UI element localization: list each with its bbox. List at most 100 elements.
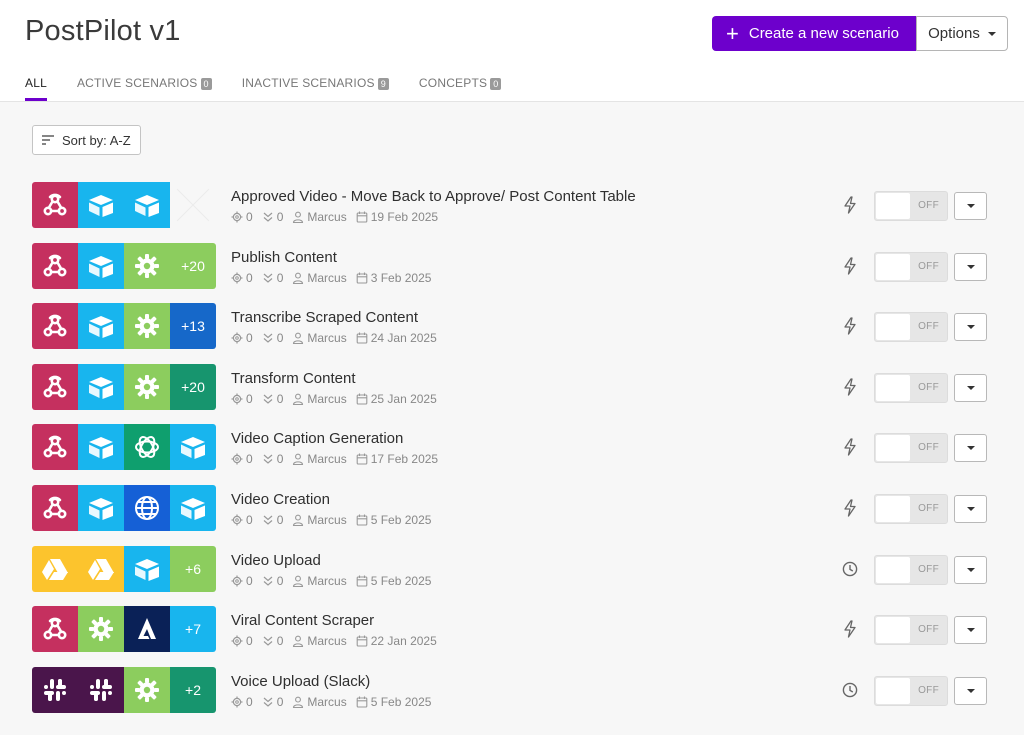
double-chevron-icon <box>262 332 274 344</box>
module-icons[interactable] <box>32 484 216 531</box>
module-icons[interactable] <box>32 182 216 228</box>
scenario-toggle[interactable]: OFF <box>874 251 948 282</box>
scenario-row[interactable]: +7 Viral Content Scraper 0 0 Marcus 22 J… <box>32 606 992 667</box>
author-name: Marcus <box>307 512 347 527</box>
scenario-name[interactable]: Video Creation <box>231 491 330 508</box>
calendar-icon <box>356 514 368 526</box>
webhook-icon <box>32 484 78 531</box>
toggle-knob <box>876 435 910 462</box>
ops-value: 0 <box>246 573 253 588</box>
instant-icon <box>842 499 858 517</box>
more-modules-badge: +20 <box>170 363 216 410</box>
tools-icon <box>124 303 170 350</box>
scenario-menu-button[interactable] <box>954 616 987 645</box>
scenario-row[interactable]: +2 Voice Upload (Slack) 0 0 Marcus 5 Feb… <box>32 666 992 728</box>
scenario-name[interactable]: Video Upload <box>231 552 321 569</box>
scenario-name[interactable]: Voice Upload (Slack) <box>231 673 370 690</box>
scenario-toggle[interactable]: OFF <box>874 433 948 464</box>
scenario-toggle[interactable]: OFF <box>874 554 948 585</box>
caret-down-icon <box>966 325 975 330</box>
module-icons[interactable]: +6 <box>32 545 216 592</box>
create-scenario-button[interactable]: + Create a new scenario <box>712 16 917 51</box>
adobe-icon <box>124 606 170 653</box>
scenario-menu-button[interactable] <box>954 252 987 281</box>
scenario-toggle[interactable]: OFF <box>874 372 948 403</box>
scenario-menu-button[interactable] <box>954 555 987 584</box>
toggle-knob <box>876 677 910 704</box>
scenario-row[interactable]: Video Caption Generation 0 0 Marcus 17 F… <box>32 424 992 485</box>
module-icons[interactable] <box>32 424 216 471</box>
clock-icon <box>842 560 858 578</box>
toggle-status: OFF <box>918 442 939 454</box>
webhook-icon <box>32 363 78 410</box>
scenario-name[interactable]: Viral Content Scraper <box>231 612 374 629</box>
scenario-menu-button[interactable] <box>954 676 987 705</box>
caret-down-icon <box>966 204 975 208</box>
clock-icon <box>842 681 858 699</box>
author-name: Marcus <box>307 694 347 709</box>
scenario-menu-button[interactable] <box>954 313 987 342</box>
tab-concepts[interactable]: CONCEPTS 0 <box>419 76 502 102</box>
scenario-toggle[interactable]: OFF <box>874 675 948 706</box>
ops-value: 0 <box>246 634 253 649</box>
toggle-knob <box>876 193 910 219</box>
author-name: Marcus <box>307 391 347 406</box>
tab-all[interactable]: ALL <box>25 76 47 102</box>
created-date: 22 Jan 2025 <box>356 634 437 648</box>
toggle-knob <box>876 495 910 522</box>
webhook-icon <box>32 606 78 653</box>
operations-count: 0 <box>231 452 253 466</box>
scenario-name[interactable]: Transcribe Scraped Content <box>231 309 418 326</box>
scenario-toggle[interactable]: OFF <box>874 615 948 646</box>
module-icons[interactable]: +2 <box>32 666 216 713</box>
tab-count-badge: 0 <box>490 78 502 90</box>
scenario-toggle[interactable]: OFF <box>874 191 948 221</box>
author: Marcus <box>292 452 347 466</box>
scenario-menu-button[interactable] <box>954 192 987 220</box>
author: Marcus <box>292 271 347 285</box>
created-date: 5 Feb 2025 <box>356 695 431 709</box>
scenario-name[interactable]: Approved Video - Move Back to Approve/ P… <box>231 188 636 205</box>
scenario-toggle[interactable]: OFF <box>874 493 948 524</box>
scenario-row[interactable]: +6 Video Upload 0 0 Marcus 5 Feb 2025 OF… <box>32 545 992 607</box>
tab-active-scenarios[interactable]: ACTIVE SCENARIOS 0 <box>77 76 212 102</box>
scenario-menu-button[interactable] <box>954 494 987 523</box>
scenario-row[interactable]: Video Creation 0 0 Marcus 5 Feb 2025 OFF <box>32 484 992 546</box>
module-icons[interactable]: +13 <box>32 303 216 350</box>
scenario-name[interactable]: Publish Content <box>231 249 337 266</box>
gear-icon <box>231 635 243 647</box>
transfer-value: 0 <box>276 452 284 467</box>
sort-button[interactable]: Sort by: A-Z <box>32 125 141 155</box>
scenario-row[interactable]: Approved Video - Move Back to Approve/ P… <box>32 182 992 243</box>
scenario-menu-button[interactable] <box>954 434 987 463</box>
calendar-icon <box>356 332 368 344</box>
data-transfer-count: 0 <box>262 392 283 406</box>
airtable-icon <box>78 303 124 350</box>
module-icons[interactable]: +7 <box>32 606 216 653</box>
airtable-icon <box>124 545 170 592</box>
scenario-row[interactable]: +20 Publish Content 0 0 Marcus 3 Feb 202… <box>32 242 992 304</box>
scenario-name[interactable]: Video Caption Generation <box>231 430 403 447</box>
module-icons[interactable]: +20 <box>32 242 216 289</box>
operations-count: 0 <box>231 634 253 648</box>
webhook-icon <box>32 242 78 289</box>
options-button[interactable]: Options <box>916 16 1008 51</box>
created-date: 25 Jan 2025 <box>356 392 437 406</box>
gear-icon <box>231 514 243 526</box>
user-icon <box>292 696 304 708</box>
data-transfer-count: 0 <box>262 695 283 709</box>
tab-inactive-scenarios[interactable]: INACTIVE SCENARIOS 9 <box>242 76 389 102</box>
scenario-meta: 0 0 Marcus 5 Feb 2025 <box>231 574 440 588</box>
caret-down-icon <box>987 31 996 36</box>
scenario-toggle[interactable]: OFF <box>874 312 948 343</box>
scenario-menu-button[interactable] <box>954 373 987 402</box>
tab-count-badge: 9 <box>377 78 389 90</box>
module-icons[interactable]: +20 <box>32 363 216 410</box>
scenario-row[interactable]: +13 Transcribe Scraped Content 0 0 Marcu… <box>32 303 992 364</box>
caret-down-icon <box>966 506 975 511</box>
scenario-row[interactable]: +20 Transform Content 0 0 Marcus 25 Jan … <box>32 363 992 425</box>
caret-down-icon <box>966 264 975 269</box>
tools-icon <box>124 666 170 713</box>
scenario-name[interactable]: Transform Content <box>231 370 356 387</box>
ops-value: 0 <box>246 270 253 285</box>
